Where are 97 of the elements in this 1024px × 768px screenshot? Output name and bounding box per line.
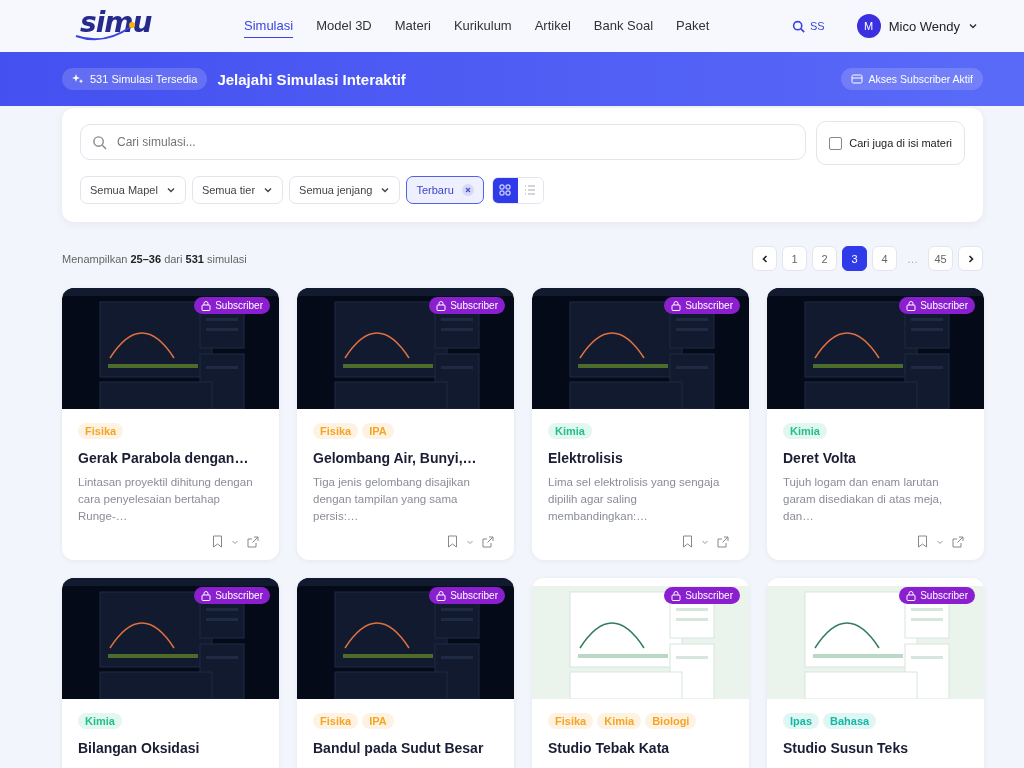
search-icon bbox=[792, 19, 805, 33]
subscriber-badge: Subscriber bbox=[429, 297, 505, 314]
bookmark-icon[interactable] bbox=[212, 535, 223, 548]
subject-tag: Fisika bbox=[548, 713, 594, 729]
chevron-down-icon bbox=[968, 21, 978, 31]
simulation-card[interactable]: Subscriber Fisika Gerak Parabola dengan… Lintasan proyektil dihitung dengan cara penyelesaian bertahap Runge-… bbox=[62, 288, 279, 560]
simulation-card[interactable]: Subscriber Kimia Elektrolisis Lima sel elektrolisis yang sengaja dipilih agar saling membandingkan:… bbox=[532, 288, 749, 560]
card-description: Lintasan proyektil dihitung dengan cara penyelesaian bertahap Runge-… bbox=[78, 475, 254, 524]
subject-tag: Kimia bbox=[78, 713, 122, 729]
lock-icon bbox=[906, 300, 917, 311]
subject-tag: Kimia bbox=[597, 713, 642, 729]
external-link-icon[interactable] bbox=[247, 535, 259, 548]
simulation-card[interactable]: Subscriber Fisika Kimia Biologi Studio Tebak Kata bbox=[532, 578, 749, 768]
content-search-option[interactable]: Cari juga di isi materi bbox=[816, 121, 965, 165]
subscriber-badge: Subscriber bbox=[194, 297, 270, 314]
card-title: Elektrolisis bbox=[548, 450, 624, 466]
subject-tag: IPA bbox=[362, 423, 394, 439]
count-badge: 531 Simulasi Tersedia bbox=[62, 68, 208, 90]
card-title: Studio Tebak Kata bbox=[548, 740, 671, 756]
subject-tag: Biologi bbox=[645, 713, 697, 729]
page-button[interactable]: 4 bbox=[872, 246, 897, 271]
subscriber-badge: Subscriber bbox=[194, 587, 270, 604]
filter-dropdown[interactable]: Semua jenjang bbox=[289, 176, 401, 204]
card-description: Lima sel elektrolisis yang sengaja dipilih agar saling membandingkan:… bbox=[548, 475, 721, 524]
subject-tag: IPA bbox=[362, 713, 394, 729]
filter-dropdown[interactable]: Semua Mapel bbox=[80, 176, 186, 204]
nav-link[interactable]: Kurikulum bbox=[453, 14, 512, 38]
lock-icon bbox=[201, 590, 212, 601]
nav-link[interactable]: Paket bbox=[676, 14, 710, 38]
grid-icon bbox=[499, 184, 512, 196]
external-link-icon[interactable] bbox=[482, 535, 494, 548]
lock-icon bbox=[671, 300, 682, 311]
nav-link[interactable]: Materi bbox=[394, 14, 431, 38]
card-title: Deret Volta bbox=[783, 450, 857, 466]
subscriber-badge: Subscriber bbox=[899, 297, 975, 314]
nav-link[interactable]: Artikel bbox=[534, 14, 571, 38]
subject-tag: Ipas bbox=[783, 713, 819, 729]
external-link-icon[interactable] bbox=[952, 535, 964, 548]
sparkle-icon bbox=[72, 73, 84, 85]
sort-chip[interactable]: Terbaru bbox=[406, 176, 484, 204]
search-button[interactable]: SS bbox=[786, 18, 831, 34]
grid-view-button[interactable] bbox=[492, 177, 518, 203]
page-ellipsis: … bbox=[906, 252, 919, 265]
chevron-down-icon bbox=[165, 185, 176, 195]
lock-icon bbox=[671, 590, 682, 601]
search-icon bbox=[92, 135, 107, 150]
card-description: Tiga jenis gelombang disajikan dengan tampilan yang sama persis:… bbox=[313, 475, 471, 524]
page-button[interactable]: 2 bbox=[812, 246, 837, 271]
lock-icon bbox=[436, 300, 447, 311]
subject-tag: Fisika bbox=[313, 423, 359, 439]
subject-tag: Bahasa bbox=[823, 713, 877, 729]
simulation-card[interactable]: Subscriber Kimia Deret Volta Tujuh logam dan enam larutan garam disediakan di atas meja, dan… bbox=[767, 288, 984, 560]
chevron-down-icon bbox=[263, 185, 274, 195]
nav-link[interactable]: Model 3D bbox=[316, 14, 372, 38]
close-icon[interactable] bbox=[461, 184, 474, 196]
subject-tag: Fisika bbox=[78, 423, 124, 439]
user-menu[interactable]: M Mico Wendy bbox=[850, 13, 984, 39]
nav-link[interactable]: Bank Soal bbox=[593, 14, 654, 38]
simulation-card[interactable]: Subscriber Ipas Bahasa Studio Susun Teks bbox=[767, 578, 984, 768]
results-summary: Menampilkan 25–36 dari 531 simulasi bbox=[62, 252, 247, 265]
subject-tag: Fisika bbox=[313, 713, 359, 729]
avatar: M bbox=[856, 14, 881, 38]
simulation-card[interactable]: Subscriber Fisika IPA Bandul pada Sudut Besar bbox=[297, 578, 514, 768]
nav-link[interactable]: Simulasi bbox=[244, 14, 294, 38]
card-title: Bilangan Oksidasi bbox=[78, 740, 201, 756]
lock-icon bbox=[201, 300, 212, 311]
card-description: Tujuh logam dan enam larutan garam disediakan di atas meja, dan… bbox=[783, 475, 944, 524]
page-button[interactable]: 1 bbox=[782, 246, 807, 271]
subscriber-badge: Subscriber bbox=[899, 587, 975, 604]
subject-tag: Kimia bbox=[783, 423, 827, 439]
subject-tag: Kimia bbox=[548, 423, 592, 439]
checkbox[interactable] bbox=[829, 136, 843, 150]
banner-title: Jelajahi Simulasi Interaktif bbox=[217, 70, 406, 88]
list-icon bbox=[524, 184, 537, 196]
bookmark-icon[interactable] bbox=[917, 535, 928, 548]
subscriber-badge: Subscriber bbox=[664, 297, 740, 314]
filter-dropdown[interactable]: Semua tier bbox=[191, 176, 284, 204]
bookmark-icon[interactable] bbox=[447, 535, 458, 548]
card-title: Bandul pada Sudut Besar bbox=[313, 740, 485, 756]
card-title: Gelombang Air, Bunyi,… bbox=[313, 450, 478, 466]
subscriber-badge: Subscriber bbox=[664, 587, 740, 604]
access-badge: Akses Subscriber Aktif bbox=[840, 68, 983, 90]
simulation-card[interactable]: Subscriber Kimia Bilangan Oksidasi bbox=[62, 578, 279, 768]
card-title: Studio Susun Teks bbox=[783, 740, 909, 756]
page-button[interactable]: 45 bbox=[928, 246, 953, 271]
card-title: Gerak Parabola dengan… bbox=[78, 450, 250, 466]
search-field[interactable]: Cari simulasi... bbox=[80, 124, 807, 160]
chevron-down-icon bbox=[380, 185, 391, 195]
page-button[interactable]: 3 bbox=[842, 246, 867, 271]
subscriber-badge: Subscriber bbox=[429, 587, 505, 604]
external-link-icon[interactable] bbox=[717, 535, 729, 548]
bookmark-icon[interactable] bbox=[682, 535, 693, 548]
lock-icon bbox=[436, 590, 447, 601]
lock-icon bbox=[906, 590, 917, 601]
simulation-card[interactable]: Subscriber Fisika IPA Gelombang Air, Bunyi,… Tiga jenis gelombang disajikan dengan tampilan yang sama persis:… bbox=[297, 288, 514, 560]
card-icon bbox=[850, 74, 863, 84]
logo[interactable]: simu bbox=[80, 6, 152, 39]
